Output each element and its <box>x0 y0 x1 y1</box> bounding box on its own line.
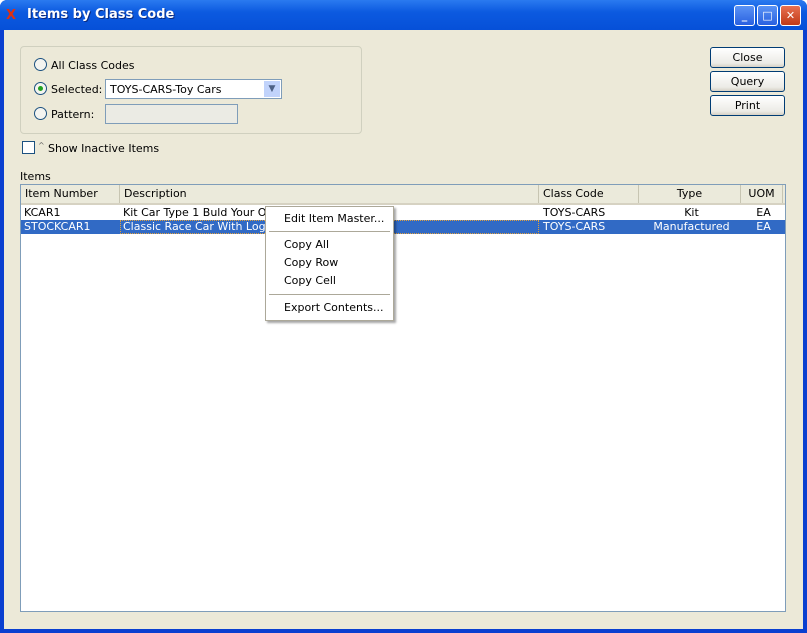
close-window-button[interactable]: ✕ <box>780 5 801 26</box>
pattern-label: Pattern: <box>51 108 95 121</box>
close-button[interactable]: Close <box>710 47 785 68</box>
chevron-down-icon[interactable]: ▼ <box>264 81 280 97</box>
dialog-body: All Class Codes Selected: TOYS-CARS-Toy … <box>4 30 803 629</box>
col-class-code[interactable]: Class Code <box>539 185 639 203</box>
show-inactive-checkbox[interactable] <box>22 141 35 154</box>
col-description[interactable]: Description <box>120 185 539 203</box>
window: X Items by Class Code _ □ ✕ All Class Co… <box>0 0 807 633</box>
cell-type: Kit <box>684 206 699 219</box>
menu-item-copy-cell[interactable]: Copy Cell <box>284 273 336 289</box>
class-code-combo[interactable]: TOYS-CARS-Toy Cars ▼ <box>105 79 282 99</box>
menu-item-export-contents[interactable]: Export Contents... <box>284 300 383 316</box>
menu-separator <box>269 231 390 232</box>
cell-type: Manufactured <box>653 220 730 233</box>
all-class-codes-label: All Class Codes <box>51 59 135 72</box>
col-type[interactable]: Type <box>639 185 741 203</box>
minimize-button[interactable]: _ <box>734 5 755 26</box>
all-class-codes-radio[interactable] <box>34 58 47 71</box>
query-button[interactable]: Query <box>710 71 785 92</box>
menu-item-copy-all[interactable]: Copy All <box>284 237 329 253</box>
selected-radio[interactable] <box>34 82 47 95</box>
app-logo-icon: X <box>6 8 17 23</box>
cell-class-code: TOYS-CARS <box>543 206 606 219</box>
selected-label: Selected: <box>51 83 103 96</box>
col-uom[interactable]: UOM <box>741 185 783 203</box>
context-menu: Edit Item Master... Copy All Copy Row Co… <box>265 206 394 321</box>
menu-item-edit-item-master[interactable]: Edit Item Master... <box>284 211 384 227</box>
menu-item-copy-row[interactable]: Copy Row <box>284 255 338 271</box>
menu-separator <box>269 294 390 295</box>
items-label: Items <box>20 170 51 183</box>
title-bar[interactable]: X Items by Class Code _ □ ✕ <box>0 0 807 30</box>
class-code-value: TOYS-CARS-Toy Cars <box>110 83 222 96</box>
table-header: Item Number Description Class Code Type … <box>21 185 785 205</box>
cell-class-code: TOYS-CARS <box>543 220 606 233</box>
show-inactive-label: Show Inactive Items <box>48 142 160 155</box>
table-row-selected[interactable]: STOCKCAR1 Classic Race Car With Logo Car… <box>21 220 785 234</box>
mnemonic-icon: ^ <box>38 141 45 150</box>
cell-item-number: KCAR1 <box>24 206 61 219</box>
cell-item-number: STOCKCAR1 <box>24 220 91 233</box>
cell-uom: EA <box>756 206 771 219</box>
items-table[interactable]: Item Number Description Class Code Type … <box>20 184 786 612</box>
pattern-input[interactable] <box>105 104 238 124</box>
table-row[interactable]: KCAR1 Kit Car Type 1 Buld Your Own TOYS-… <box>21 206 785 220</box>
print-button[interactable]: Print <box>710 95 785 116</box>
maximize-button[interactable]: □ <box>757 5 778 26</box>
window-title: Items by Class Code <box>27 7 175 22</box>
cell-uom: EA <box>756 220 771 233</box>
col-item-number[interactable]: Item Number <box>21 185 120 203</box>
pattern-radio[interactable] <box>34 107 47 120</box>
